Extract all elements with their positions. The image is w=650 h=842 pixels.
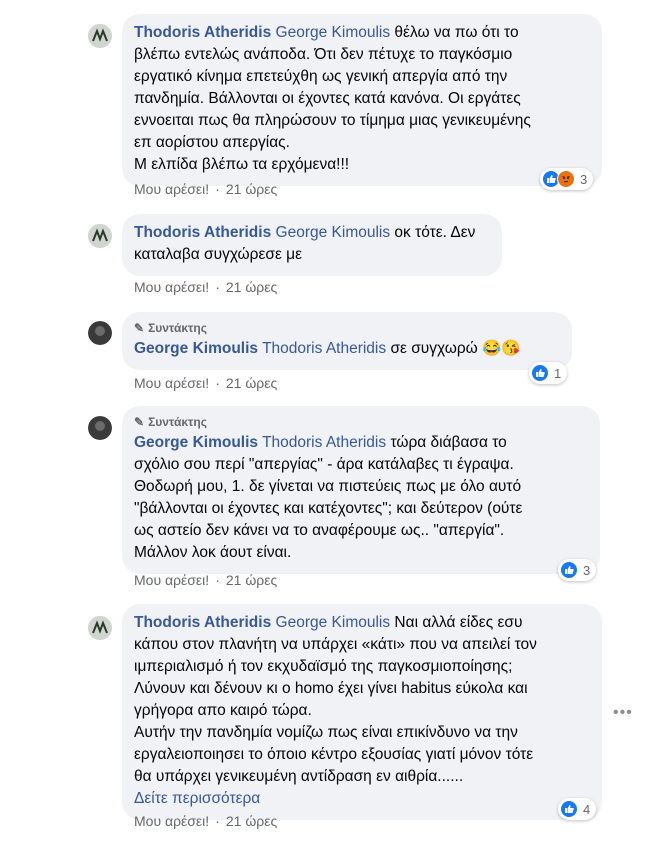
avatar-george[interactable] [88, 321, 112, 345]
comment-text-line: πανδημία. Βάλλονται οι έχοντες κατά κανό… [134, 90, 521, 107]
comment-text-line: Λύνουν και δένουν κι ο homo έχει γίνει h… [134, 680, 528, 697]
comment-author[interactable]: George Kimoulis [134, 434, 258, 451]
comment-text-line: καταλαβα συγχώρεσε με [134, 246, 303, 263]
separator: · [215, 572, 220, 588]
comment-text-line: θα υπάρχει γενικευμένη αντίδραση εν αιθρ… [134, 768, 464, 785]
comment-text-line: εργατικό κίνημα επετεύχθη ως γενική απερ… [134, 68, 508, 85]
angry-reaction-icon [557, 170, 575, 188]
pencil-icon: ✎ [134, 415, 145, 429]
comment-text: τώρα διάβασα το [390, 434, 507, 451]
comment-timestamp[interactable]: 21 ώρες [226, 279, 277, 295]
separator: · [215, 279, 220, 295]
comment-text: Ναι αλλά είδες εσυ [394, 614, 523, 631]
separator: · [215, 813, 220, 829]
comment-bubble: ✎ Συντάκτης George Kimoulis Thodoris Athe… [122, 312, 572, 370]
reaction-summary[interactable]: 3 [540, 168, 594, 190]
comment-actions: Μου αρέσει! · 21 ώρες [134, 278, 277, 296]
comment-author[interactable]: George Kimoulis [134, 340, 258, 357]
like-reaction-icon [531, 364, 549, 382]
comment-text-line: επ αορίστου απεργίας. [134, 134, 290, 151]
comment-timestamp[interactable]: 21 ώρες [226, 572, 277, 588]
comment-actions: Μου αρέσει! · 21 ώρες [134, 180, 277, 198]
comment-text-line: βλέπω εντελώς ανάποδα. Ότι δεν πέτυχε το… [134, 46, 513, 63]
comment-actions: Μου αρέσει! · 21 ώρες [134, 812, 277, 830]
comment-mention[interactable]: Thodoris Atheridis [262, 340, 386, 357]
pencil-icon: ✎ [134, 321, 145, 335]
comment-text-line: εννοειται πως θα πληρώσουν το τίμημα μια… [134, 112, 531, 129]
reaction-count: 3 [583, 562, 591, 578]
comment-mention[interactable]: George Kimoulis [276, 614, 391, 631]
comment-text-line: ως αστείο δεν κάνει να το αναφέρουμε ως.… [134, 522, 505, 539]
comment-author[interactable]: Thodoris Atheridis [134, 614, 271, 631]
comment-bubble: Thodoris Atheridis George Kimoulis θέλω … [122, 14, 602, 186]
comment-actions: Μου αρέσει! · 21 ώρες [134, 374, 277, 392]
like-button[interactable]: Μου αρέσει! [134, 572, 209, 588]
like-button[interactable]: Μου αρέσει! [134, 279, 209, 295]
like-reaction-icon [560, 561, 578, 579]
author-badge: ✎ Συντάκτης [134, 415, 207, 429]
like-button[interactable]: Μου αρέσει! [134, 813, 209, 829]
reaction-count: 4 [583, 801, 591, 817]
reaction-summary[interactable]: 1 [529, 362, 568, 384]
comment-text-line: ιμπεριαλισμό ή τον εκχυδαϊσμό της παγκοσ… [134, 658, 513, 675]
comment-mention[interactable]: Thodoris Atheridis [262, 434, 386, 451]
comment-text-line: Μ ελπίδα βλέπω τα ερχόμενα!!! [134, 156, 350, 173]
avatar-george[interactable] [88, 416, 112, 440]
comment-author[interactable]: Thodoris Atheridis [134, 224, 271, 241]
comment-text-line: κάπου στον πλανήτη να υπάρχει «κάτι» που… [134, 636, 537, 653]
like-button[interactable]: Μου αρέσει! [134, 181, 209, 197]
like-button[interactable]: Μου αρέσει! [134, 375, 209, 391]
reaction-count: 1 [554, 365, 562, 381]
separator: · [215, 375, 220, 391]
comment-actions: Μου αρέσει! · 21 ώρες [134, 571, 277, 589]
comment-text-line: "βάλλονται οι έχοντες και κατέχοντες"; κ… [134, 500, 523, 517]
more-horizontal-icon[interactable]: ••• [613, 704, 633, 722]
comment-timestamp[interactable]: 21 ώρες [226, 375, 277, 391]
comment-timestamp[interactable]: 21 ώρες [226, 813, 277, 829]
comment-mention[interactable]: George Kimoulis [276, 224, 391, 241]
separator: · [215, 181, 220, 197]
comment-text-line: σχόλιο σου περί "απεργίας" - άρα κατάλαβ… [134, 456, 514, 473]
comment-mention[interactable]: George Kimoulis [276, 24, 391, 41]
avatar-thodoris[interactable] [88, 24, 112, 48]
comment-text-line: Μάλλον λοκ άουτ είναι. [134, 544, 292, 561]
avatar-thodoris[interactable] [88, 616, 112, 640]
comment-text-line: Αυτήν την πανδημία νομίζω πως είναι επικ… [134, 724, 518, 741]
comment-text: θέλω να πω ότι το [394, 24, 519, 41]
comment-author[interactable]: Thodoris Atheridis [134, 24, 271, 41]
avatar-thodoris[interactable] [88, 224, 112, 248]
comment-text: οκ τότε. Δεν [394, 224, 476, 241]
comment-text-line: εργαλειοποιησει το όποιο κέντρο εξουσίας… [134, 746, 534, 763]
comment-timestamp[interactable]: 21 ώρες [226, 181, 277, 197]
see-more-link[interactable]: Δείτε περισσότερα [134, 788, 590, 810]
reaction-summary[interactable]: 4 [558, 798, 597, 820]
comment-bubble: ✎ Συντάκτης George Kimoulis Thodoris Athe… [122, 406, 600, 574]
reaction-summary[interactable]: 3 [558, 559, 597, 581]
author-badge: ✎ Συντάκτης [134, 321, 207, 335]
comment-text-line: Θοδωρή μου, 1. δε γίνεται να πιστεύεις π… [134, 478, 522, 495]
comment-text-line: γρήγορα απο καιρό τώρα. [134, 702, 312, 719]
comment-bubble: Thodoris Atheridis George Kimoulis οκ τό… [122, 214, 502, 276]
reaction-count: 3 [580, 171, 588, 187]
comment-bubble: Thodoris Atheridis George Kimoulis Ναι α… [122, 604, 602, 820]
comment-text: σε συγχωρώ 😂😘 [390, 340, 521, 357]
like-reaction-icon [560, 800, 578, 818]
